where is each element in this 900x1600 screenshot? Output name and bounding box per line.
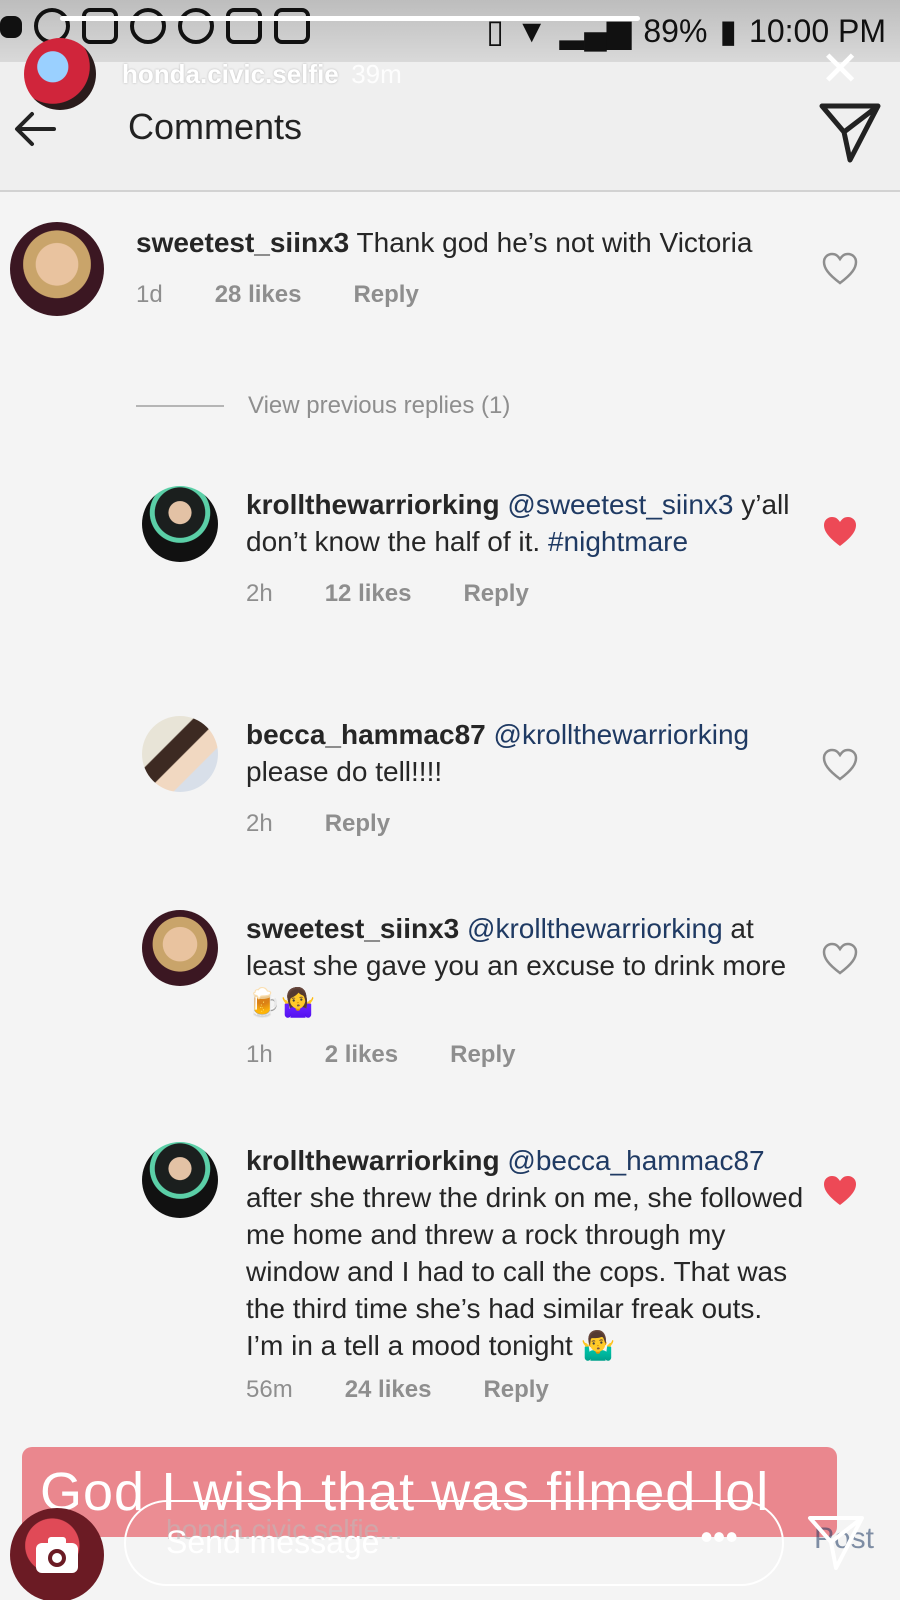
notification-icon: [0, 16, 22, 38]
reply-button[interactable]: Reply: [353, 281, 418, 309]
comment-content: please do tell!!!!: [246, 756, 443, 787]
story-avatar[interactable]: [24, 38, 96, 110]
divider: [136, 405, 224, 407]
comment-hashtag[interactable]: #nightmare: [548, 526, 688, 557]
comment-meta: 56m 24 likes Reply: [246, 1376, 806, 1404]
comment-text: krollthewarriorking @sweetest_siinx3 y’a…: [246, 486, 806, 560]
comment-content: Thank god he’s not with Victoria: [349, 227, 753, 258]
comment-text: sweetest_siinx3 @krollthewarriorking at …: [246, 910, 806, 1021]
battery-icon: ▮: [719, 13, 738, 49]
direct-send-icon[interactable]: [806, 1512, 866, 1572]
camera-button[interactable]: [10, 1508, 104, 1600]
comment-text: becca_hammac87 @krollthewarriorking plea…: [246, 716, 806, 790]
reply-button[interactable]: Reply: [325, 810, 390, 838]
comment-meta: 1h 2 likes Reply: [246, 1041, 806, 1069]
comment-username[interactable]: becca_hammac87: [246, 719, 486, 750]
direct-send-icon[interactable]: [816, 98, 884, 166]
comment-item: sweetest_siinx3 Thank god he’s not with …: [10, 222, 830, 316]
clock: 10:00 PM: [749, 12, 886, 49]
heart-filled-icon[interactable]: [822, 515, 858, 549]
back-arrow-icon[interactable]: [10, 104, 60, 154]
avatar[interactable]: [142, 1142, 218, 1218]
heart-outline-icon[interactable]: [822, 942, 858, 976]
story-username[interactable]: honda.civic.selfie: [122, 59, 339, 89]
battery-percent: 89%: [643, 12, 708, 49]
avatar[interactable]: [142, 486, 218, 562]
comment-meta: 2h Reply: [246, 810, 806, 838]
reply-item: krollthewarriorking @becca_hammac87 afte…: [142, 1142, 822, 1404]
reply-button[interactable]: Reply: [450, 1041, 515, 1069]
avatar[interactable]: [10, 222, 104, 316]
comment-likes[interactable]: 12 likes: [325, 580, 412, 608]
more-options-icon[interactable]: •••: [700, 1516, 738, 1558]
comment-time: 2h: [246, 810, 273, 837]
comment-content: after she threw the drink on me, she fol…: [246, 1182, 804, 1361]
comment-time: 1d: [136, 281, 163, 308]
comment-text: krollthewarriorking @becca_hammac87 afte…: [246, 1142, 806, 1364]
camera-icon: [36, 1537, 78, 1573]
comment-time: 56m: [246, 1376, 293, 1403]
comment-time: 1h: [246, 1041, 273, 1068]
comment-mention[interactable]: @krollthewarriorking: [459, 913, 723, 944]
comment-likes[interactable]: 28 likes: [215, 281, 302, 309]
send-message-input[interactable]: honda.civic.selfie... Send message •••: [124, 1500, 784, 1586]
heart-filled-icon[interactable]: [822, 1174, 858, 1208]
heart-outline-icon[interactable]: [822, 252, 858, 286]
story-time: 39m: [351, 58, 402, 89]
comment-username[interactable]: sweetest_siinx3: [136, 227, 349, 258]
comment-mention[interactable]: @krollthewarriorking: [486, 719, 750, 750]
reply-button[interactable]: Reply: [463, 580, 528, 608]
comment-meta: 1d 28 likes Reply: [136, 281, 756, 309]
reply-button[interactable]: Reply: [483, 1376, 548, 1404]
reply-item: becca_hammac87 @krollthewarriorking plea…: [142, 716, 822, 838]
story-progress-bar: [60, 16, 640, 21]
page-title: Comments: [128, 106, 303, 147]
avatar[interactable]: [142, 716, 218, 792]
reply-item: sweetest_siinx3 @krollthewarriorking at …: [142, 910, 822, 1069]
comment-username[interactable]: krollthewarriorking: [246, 489, 500, 520]
story-header: honda.civic.selfie 39m: [24, 38, 402, 110]
comment-likes[interactable]: 24 likes: [345, 1376, 432, 1404]
send-message-placeholder: Send message: [166, 1524, 380, 1560]
view-previous-replies-label[interactable]: View previous replies (1): [248, 392, 510, 420]
comment-time: 2h: [246, 580, 273, 607]
heart-outline-icon[interactable]: [822, 748, 858, 782]
comment-username[interactable]: sweetest_siinx3: [246, 913, 459, 944]
avatar[interactable]: [142, 910, 218, 986]
comment-text: sweetest_siinx3 Thank god he’s not with …: [136, 224, 756, 261]
comment-likes[interactable]: 2 likes: [325, 1041, 398, 1069]
comment-mention[interactable]: @becca_hammac87: [500, 1145, 764, 1176]
comment-mention[interactable]: @sweetest_siinx3: [500, 489, 733, 520]
bottom-bar: honda.civic.selfie... Send message ••• P…: [0, 1500, 900, 1600]
view-previous-replies[interactable]: View previous replies (1): [136, 392, 510, 420]
reply-item: krollthewarriorking @sweetest_siinx3 y’a…: [142, 486, 822, 608]
comment-meta: 2h 12 likes Reply: [246, 580, 806, 608]
comment-username[interactable]: krollthewarriorking: [246, 1145, 500, 1176]
close-icon[interactable]: ✕: [820, 46, 860, 94]
